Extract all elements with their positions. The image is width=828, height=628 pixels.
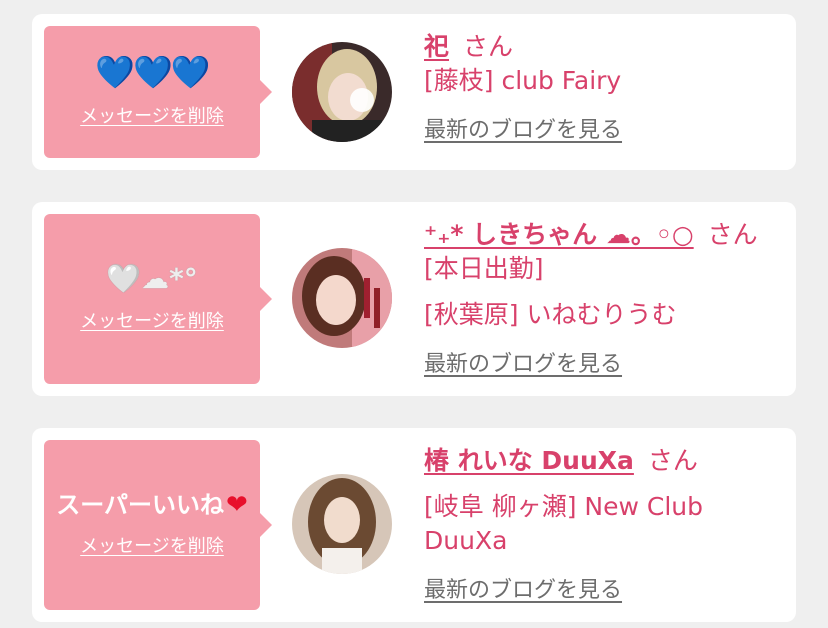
message-bubble: 💙💙💙 メッセージを削除 [44,26,272,158]
message-text: 💙💙💙 [95,53,211,91]
shop-name: [岐阜 柳ヶ瀬] New Club DuuXa [424,492,703,555]
avatar-photo [292,248,392,348]
shop-name: [秋葉原] いねむりうむ [424,300,677,329]
delete-message-link[interactable]: メッセージを削除 [80,307,224,333]
name-line: 祀さん [424,30,786,64]
latest-blog-link[interactable]: 最新のブログを見る [424,112,622,144]
avatar-photo [292,42,392,142]
message-list: 💙💙💙 メッセージを削除 祀さん [藤枝] club Fairy 最新のブログを… [0,0,828,628]
shop-name: [藤枝] club Fairy [424,66,622,95]
honorific: さん [647,446,698,475]
heart-icon: ❤ [225,490,248,520]
message-bubble: スーパーいいね ❤ メッセージを削除 [44,440,272,610]
message-text: 🤍☁*° [106,262,198,295]
latest-blog-link[interactable]: 最新のブログを見る [424,572,622,604]
cast-name-link[interactable]: 祀 [424,32,449,61]
honorific: さん [463,32,514,61]
name-line: 椿 れいな DuuXa さん [424,444,786,478]
cast-name-link[interactable]: ⁺₊* しきちゃん ☁。◦○ [424,220,694,249]
delete-message-link[interactable]: メッセージを削除 [80,532,224,558]
latest-blog-link[interactable]: 最新のブログを見る [424,346,622,378]
cast-name-link[interactable]: 椿 れいな DuuXa [424,446,634,475]
profile-info: ⁺₊* しきちゃん ☁。◦○ さん[本日出勤] [秋葉原] いねむりうむ 最新のブ… [424,218,786,378]
avatar-photo [292,474,392,574]
profile-info: 祀さん [藤枝] club Fairy 最新のブログを見る [424,30,786,144]
message-text: スーパーいいね ❤ [56,490,248,520]
message-bubble: 🤍☁*° メッセージを削除 [44,214,272,384]
profile-info: 椿 れいな DuuXa さん [岐阜 柳ヶ瀬] New Club DuuXa 最新… [424,444,786,604]
avatar[interactable] [292,474,392,574]
name-line: ⁺₊* しきちゃん ☁。◦○ さん[本日出勤] [424,218,786,286]
delete-message-link[interactable]: メッセージを削除 [80,102,224,128]
message-card: スーパーいいね ❤ メッセージを削除 椿 れいな DuuXa さん [岐阜 柳ヶ瀬]… [32,428,796,622]
message-card: 💙💙💙 メッセージを削除 祀さん [藤枝] club Fairy 最新のブログを… [32,14,796,170]
message-card: 🤍☁*° メッセージを削除 ⁺₊* しきちゃん ☁。◦○ さん[本日出勤] [秋葉… [32,202,796,396]
avatar[interactable] [292,248,392,348]
avatar[interactable] [292,42,392,142]
